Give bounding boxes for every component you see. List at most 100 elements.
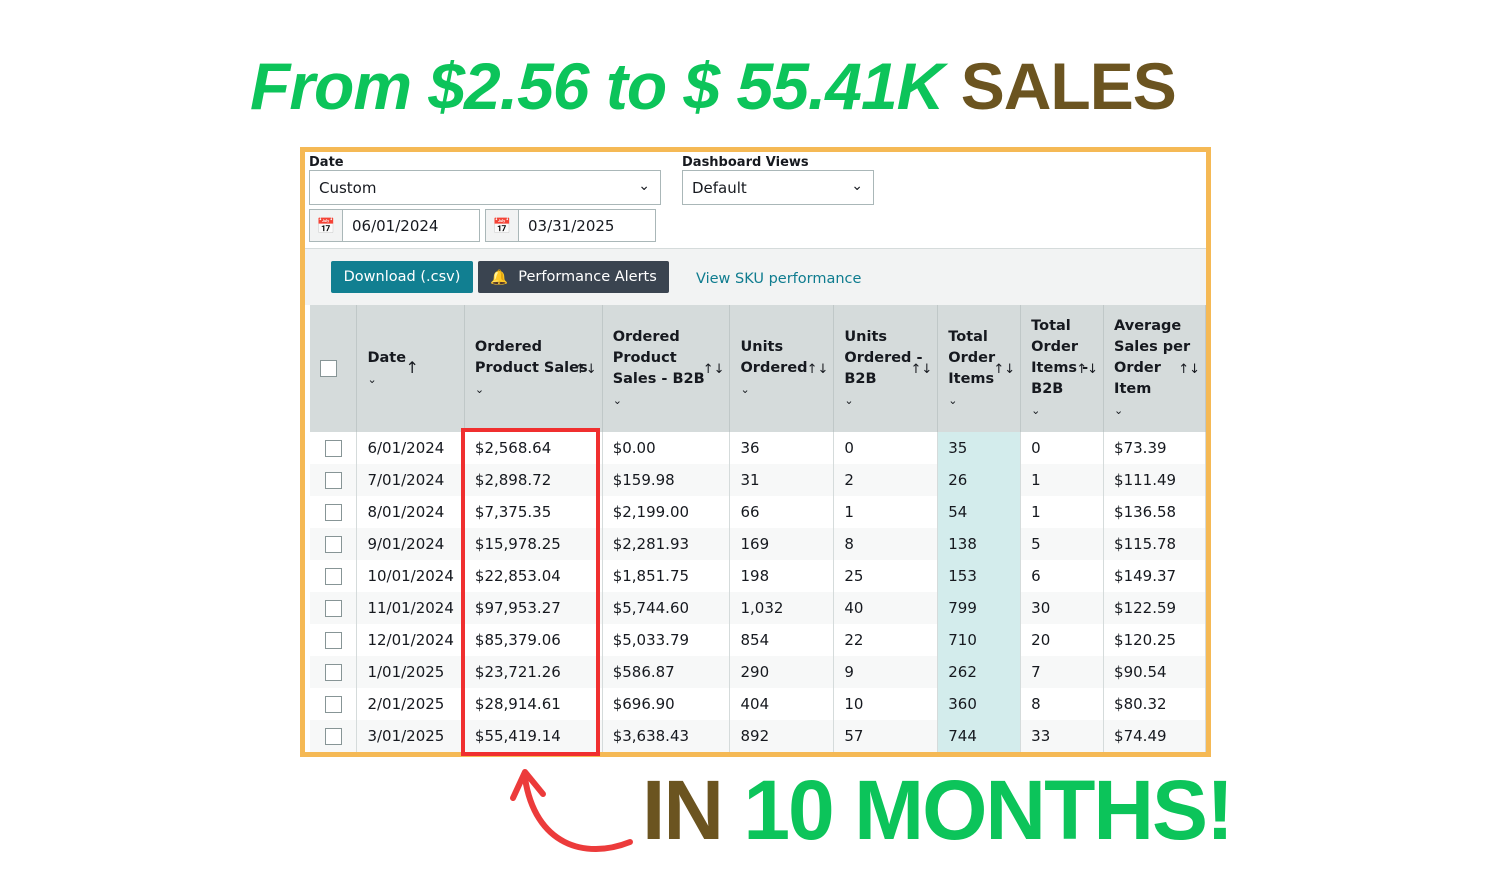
chevron-down-icon[interactable]: ⌄ — [740, 379, 823, 400]
table-row: 1/01/2025 $23,721.26 $586.87 290 9 262 7 $90.54 — [310, 656, 1206, 688]
table-row: 9/01/2024 $15,978.25 $2,281.93 169 8 138 5 $115… — [310, 528, 1206, 560]
column-header[interactable]: Date ⌄ ↑ — [356, 305, 465, 432]
start-date-input[interactable]: 📅 06/01/2024 — [309, 209, 480, 242]
table-cell: 9 — [833, 656, 939, 688]
table-cell: 262 — [937, 656, 1022, 688]
column-header[interactable]: Total Order Items ⌄ ↑↓ — [937, 305, 1022, 432]
table-cell: 8/01/2024 — [356, 496, 465, 528]
date-label: Date — [309, 155, 344, 170]
sort-icon[interactable]: ↑↓ — [910, 359, 932, 380]
column-header[interactable]: Average Sales per Order Item ⌄ ↑↓ — [1103, 305, 1206, 432]
row-checkbox[interactable] — [324, 472, 342, 489]
row-select-cell — [310, 720, 358, 752]
row-checkbox[interactable] — [324, 568, 342, 585]
row-checkbox[interactable] — [324, 600, 342, 617]
sort-icon[interactable]: ↑↓ — [703, 359, 725, 380]
table-cell: $74.49 — [1103, 720, 1206, 752]
dashboard-views-select[interactable]: Default ⌄ — [682, 170, 874, 205]
table-cell: 854 — [729, 624, 835, 656]
table-cell: 31 — [729, 464, 835, 496]
table-cell: $136.58 — [1103, 496, 1206, 528]
row-select-cell — [310, 592, 358, 624]
chevron-down-icon[interactable]: ⌄ — [613, 390, 720, 411]
row-checkbox[interactable] — [324, 440, 342, 457]
table-cell: 25 — [833, 560, 939, 592]
table-cell: 404 — [729, 688, 835, 720]
row-select-cell — [310, 432, 358, 464]
sort-icon[interactable]: ↑↓ — [807, 359, 829, 380]
row-checkbox[interactable] — [324, 664, 342, 681]
table-cell: $115.78 — [1103, 528, 1206, 560]
bell-icon: 🔔 — [490, 269, 509, 286]
highlight-box — [461, 428, 600, 756]
table-cell: 5 — [1020, 528, 1105, 560]
chevron-down-icon: ⌄ — [638, 178, 650, 194]
column-header[interactable]: Ordered Product Sales ⌄ ↑↓ — [464, 305, 603, 432]
table-cell: $159.98 — [602, 464, 731, 496]
select-all-checkbox[interactable] — [320, 359, 337, 377]
column-header[interactable]: Ordered Product Sales - B2B ⌄ ↑↓ — [602, 305, 731, 432]
calendar-icon[interactable]: 📅 — [486, 210, 519, 241]
date-range-select[interactable]: Custom ⌄ — [309, 170, 661, 205]
chevron-down-icon[interactable]: ⌄ — [948, 390, 1010, 411]
chevron-down-icon[interactable]: ⌄ — [1031, 400, 1093, 421]
table-cell: 40 — [833, 592, 939, 624]
end-date-input[interactable]: 📅 03/31/2025 — [485, 209, 656, 242]
table-cell: $80.32 — [1103, 688, 1206, 720]
table-cell: 54 — [937, 496, 1022, 528]
table-cell: 10 — [833, 688, 939, 720]
column-header-label: Ordered Product Sales — [474, 339, 588, 376]
column-header-label: Total Order Items — [948, 328, 996, 387]
table-cell: 12/01/2024 — [356, 624, 465, 656]
table-cell: $586.87 — [602, 656, 731, 688]
chevron-down-icon[interactable]: ⌄ — [844, 390, 927, 411]
performance-alerts-button[interactable]: 🔔 Performance Alerts — [478, 261, 669, 293]
table-cell: 8 — [1020, 688, 1105, 720]
table-cell: $90.54 — [1103, 656, 1206, 688]
table-row: 8/01/2024 $7,375.35 $2,199.00 66 1 54 1 $136.58 — [310, 496, 1206, 528]
table-cell: 22 — [833, 624, 939, 656]
column-header[interactable]: Units Ordered - B2B ⌄ ↑↓ — [833, 305, 939, 432]
calendar-icon[interactable]: 📅 — [310, 210, 343, 241]
row-checkbox[interactable] — [324, 504, 342, 521]
row-checkbox[interactable] — [324, 696, 342, 713]
row-checkbox[interactable] — [324, 536, 342, 553]
chevron-down-icon[interactable]: ⌄ — [475, 379, 592, 400]
row-checkbox[interactable] — [324, 728, 342, 745]
column-header[interactable]: Units Ordered ⌄ ↑↓ — [729, 305, 835, 432]
column-header-label: Average Sales per Order Item — [1114, 318, 1191, 397]
table-row: 11/01/2024 $97,953.27 $5,744.60 1,032 40 799 3… — [310, 592, 1206, 624]
table-cell: 20 — [1020, 624, 1105, 656]
sort-icon[interactable]: ↑↓ — [1178, 359, 1200, 380]
table-cell: 1/01/2025 — [356, 656, 465, 688]
table-cell: 153 — [937, 560, 1022, 592]
table-row: 7/01/2024 $2,898.72 $159.98 31 2 26 1 $111.49 — [310, 464, 1206, 496]
row-select-cell — [310, 560, 358, 592]
sort-icon[interactable]: ↑↓ — [993, 359, 1015, 380]
row-select-cell — [310, 496, 358, 528]
view-sku-performance-link[interactable]: View SKU performance — [696, 271, 861, 287]
table-cell: $73.39 — [1103, 432, 1206, 464]
date-range-value: Custom — [319, 179, 377, 197]
chevron-down-icon[interactable]: ⌄ — [1114, 400, 1195, 421]
sort-icon[interactable]: ↑↓ — [575, 359, 597, 380]
download-csv-button[interactable]: Download (.csv) — [331, 261, 473, 293]
table-cell: 0 — [1020, 432, 1105, 464]
sort-icon[interactable]: ↑↓ — [1076, 359, 1098, 380]
table-cell: 1,032 — [729, 592, 835, 624]
table-cell: 8 — [833, 528, 939, 560]
table-cell: $5,033.79 — [602, 624, 731, 656]
sort-ascending-icon[interactable]: ↑ — [405, 357, 418, 378]
row-checkbox[interactable] — [324, 632, 342, 649]
table-cell: 36 — [729, 432, 835, 464]
table-cell: 799 — [937, 592, 1022, 624]
table-cell: $111.49 — [1103, 464, 1206, 496]
table-cell: 1 — [1020, 496, 1105, 528]
chevron-down-icon: ⌄ — [851, 178, 863, 194]
table-cell: 7/01/2024 — [356, 464, 465, 496]
table-cell: 6/01/2024 — [356, 432, 465, 464]
table-cell: $122.59 — [1103, 592, 1206, 624]
table-row: 12/01/2024 $85,379.06 $5,033.79 854 22 710 20 $… — [310, 624, 1206, 656]
column-header[interactable]: Total Order Items - B2B ⌄ ↑↓ — [1020, 305, 1105, 432]
end-date-value: 03/31/2025 — [528, 217, 615, 235]
